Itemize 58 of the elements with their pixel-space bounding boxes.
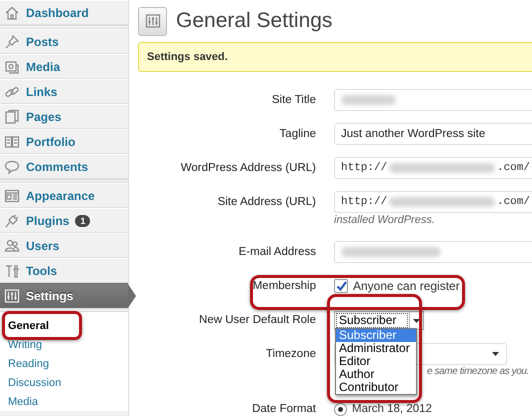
house-icon <box>4 4 20 20</box>
dropdown-option[interactable]: Administrator <box>336 342 416 355</box>
users-icon <box>4 238 20 254</box>
sidebar-menu-item[interactable]: Links <box>0 79 128 104</box>
book-icon <box>4 134 20 150</box>
settings-icon <box>4 288 20 304</box>
sidebar-menu-item[interactable]: Pages <box>0 104 128 129</box>
page-title: General Settings <box>176 9 332 33</box>
speech-bubble-icon <box>4 158 20 174</box>
blurred-text <box>341 95 396 105</box>
checkbox-label[interactable]: Anyone can register <box>353 279 460 293</box>
dropdown-option[interactable]: Author <box>336 368 416 381</box>
field-label: Site Address (URL) <box>216 195 316 210</box>
field-label: Date Format <box>251 403 316 415</box>
media-icon <box>4 58 20 74</box>
submenu-link[interactable]: Media <box>6 396 40 408</box>
text-input-field[interactable] <box>334 241 532 263</box>
field-label: WordPress Address (URL) <box>180 161 316 176</box>
field-label: Timezone <box>264 347 316 362</box>
dropdown-option[interactable]: Subscriber <box>336 329 416 342</box>
submenu-link[interactable]: Discussion <box>6 376 64 388</box>
field-label: Tagline <box>278 127 316 142</box>
sidebar-menu-item[interactable]: Users <box>0 233 128 258</box>
sidebar-menu-item[interactable]: Posts <box>0 29 128 54</box>
checkbox[interactable] <box>334 279 348 293</box>
submenu-link[interactable]: General <box>6 320 51 332</box>
dropdown-arrow-icon <box>492 352 499 356</box>
url-input-field[interactable]: http:// .com/ <box>334 157 532 179</box>
pushpin-icon <box>4 34 20 50</box>
sidebar-menu-item[interactable]: Dashboard <box>0 0 128 25</box>
url-input-field[interactable]: http:// .com/ <box>334 191 532 213</box>
settings-icon <box>144 13 160 29</box>
submenu-link[interactable]: Writing <box>6 338 44 350</box>
sidebar-menu-item[interactable]: Portfolio <box>0 129 128 154</box>
radio-button[interactable] <box>334 402 347 416</box>
pages-icon <box>4 108 20 124</box>
field-label: Membership <box>252 279 316 294</box>
field-label: E-mail Address <box>238 245 316 260</box>
settings-saved-notice: Settings saved. <box>138 42 532 72</box>
count-badge: 1 <box>75 214 90 226</box>
dropdown-arrow-icon <box>413 318 420 322</box>
layout-icon <box>4 188 20 204</box>
tools-icon <box>4 262 20 278</box>
field-label: Site Title <box>270 93 316 108</box>
plug-icon <box>4 212 20 228</box>
text-input-field[interactable]: Just another WordPress site <box>334 123 532 145</box>
dropdown-option[interactable]: Editor <box>336 355 416 368</box>
text-input-field[interactable] <box>334 89 532 111</box>
dropdown-option[interactable]: Contributor <box>336 381 416 394</box>
submenu-link[interactable]: Reading <box>6 358 51 370</box>
sidebar-menu-item[interactable]: Comments <box>0 154 128 179</box>
field-description: installed WordPress. <box>334 213 436 228</box>
sidebar-menu-item[interactable]: Media <box>0 54 128 79</box>
sidebar-menu-item[interactable]: Plugins 1 <box>0 208 128 233</box>
field-description: e same timezone as you. <box>427 365 530 379</box>
sidebar-menu-item[interactable]: Appearance <box>0 183 128 208</box>
field-label: New User Default Role <box>198 313 316 328</box>
radio-label[interactable]: March 18, 2012 <box>352 403 432 415</box>
